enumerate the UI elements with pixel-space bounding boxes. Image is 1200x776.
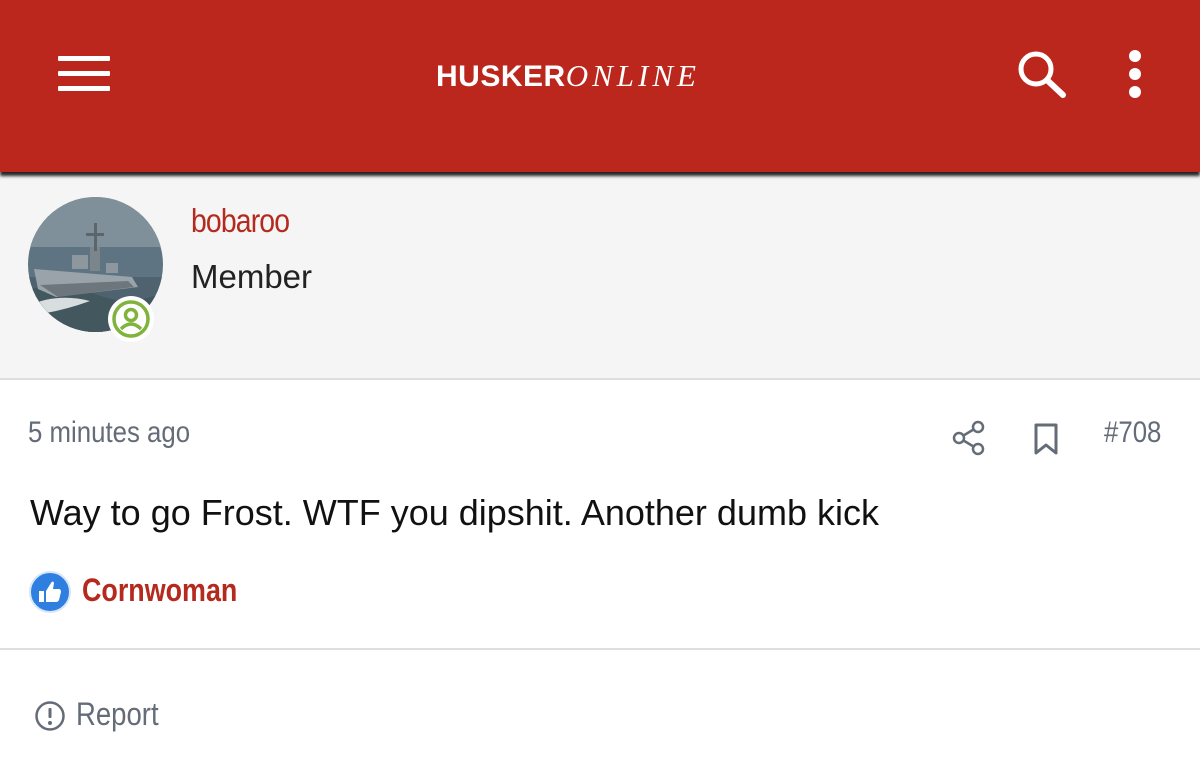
online-user-icon [108, 296, 154, 342]
share-icon[interactable] [952, 420, 986, 456]
author-username[interactable]: bobaroo [191, 202, 290, 240]
thumbs-up-icon[interactable] [28, 570, 72, 614]
hamburger-menu-icon[interactable] [58, 54, 110, 92]
site-logo[interactable]: HUSKERONLINE [436, 56, 700, 96]
reaction-username[interactable]: Cornwoman [82, 572, 237, 609]
logo-text-husker: HUSKER [436, 60, 566, 93]
author-title: Member [191, 258, 313, 295]
post-body-text: Way to go Frost. WTF you dipshit. Anothe… [30, 492, 879, 533]
exclamation-circle-icon [34, 700, 66, 732]
vertical-dots-icon[interactable] [1124, 50, 1146, 98]
report-label: Report [76, 696, 159, 732]
top-navigation-bar: HUSKERONLINE [0, 0, 1200, 172]
post-timestamp[interactable]: 5 minutes ago [28, 416, 190, 450]
post-number-link[interactable]: #708 [1104, 416, 1161, 450]
logo-text-online: ONLINE [565, 58, 700, 93]
post-content: 5 minutes ago #708 Way to go Frost. WTF … [0, 380, 1200, 650]
search-icon[interactable] [1014, 48, 1070, 100]
bookmark-icon[interactable] [1032, 422, 1060, 456]
post-author-panel: bobaroo Member [0, 172, 1200, 380]
post-footer: Report [0, 650, 1200, 776]
